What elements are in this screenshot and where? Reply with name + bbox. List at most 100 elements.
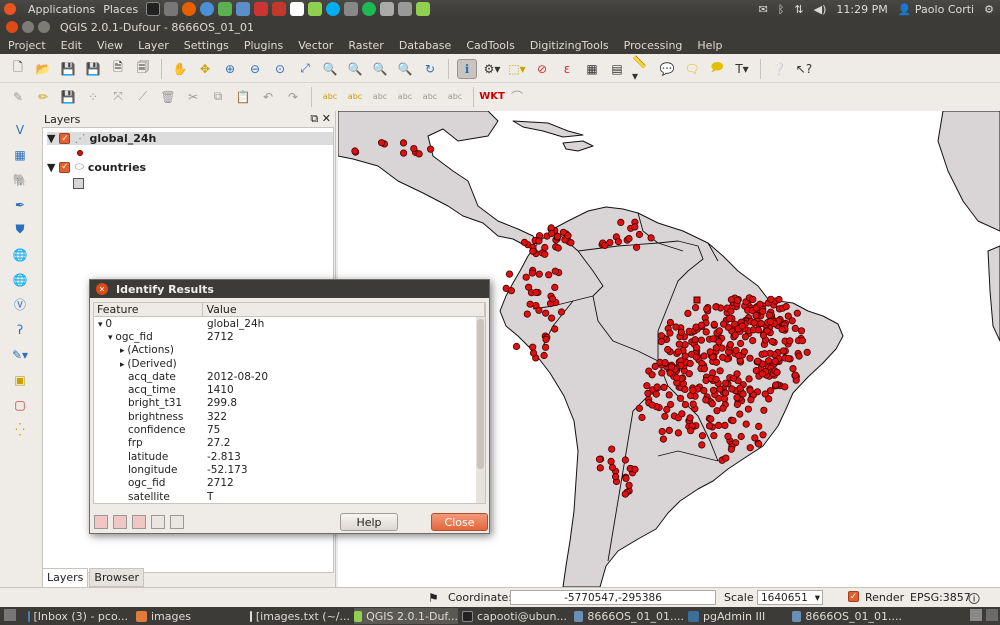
task-qgis[interactable]: QGIS 2.0.1-Duf... bbox=[354, 608, 458, 624]
fire-point[interactable] bbox=[716, 367, 724, 375]
tools-icon[interactable] bbox=[218, 2, 233, 16]
fire-point[interactable] bbox=[754, 357, 762, 365]
fire-point[interactable] bbox=[681, 400, 689, 409]
fire-point[interactable] bbox=[548, 229, 556, 238]
fire-point[interactable] bbox=[719, 404, 727, 412]
fire-point[interactable] bbox=[675, 340, 683, 348]
fire-point[interactable] bbox=[721, 421, 729, 429]
fire-point[interactable] bbox=[541, 250, 549, 258]
fire-point[interactable] bbox=[793, 309, 801, 317]
power-icon[interactable]: ⚙ bbox=[984, 3, 994, 16]
fire-point[interactable] bbox=[722, 379, 730, 387]
fire-point[interactable] bbox=[608, 445, 616, 453]
fire-point[interactable] bbox=[703, 305, 711, 313]
ubuntu-logo-icon[interactable] bbox=[4, 3, 20, 15]
fire-point[interactable] bbox=[681, 385, 689, 393]
fire-point[interactable] bbox=[631, 465, 639, 473]
fire-point[interactable] bbox=[736, 384, 744, 392]
zoom-to-selection-icon[interactable]: 🔍 bbox=[320, 59, 340, 79]
node-tool-icon[interactable]: ⟋ bbox=[133, 87, 153, 107]
fire-point[interactable] bbox=[752, 311, 760, 319]
result-row[interactable]: ▾ ogc_fid 2712 bbox=[94, 330, 485, 343]
fire-point[interactable] bbox=[625, 481, 633, 489]
fire-point[interactable] bbox=[798, 337, 807, 345]
result-row[interactable]: ▾ 0 global_24h bbox=[94, 317, 485, 330]
qgis-icon[interactable] bbox=[308, 2, 323, 16]
fire-point[interactable] bbox=[768, 337, 776, 346]
fire-point[interactable] bbox=[529, 343, 537, 351]
menu-view[interactable]: View bbox=[97, 39, 123, 52]
fire-point[interactable] bbox=[529, 349, 538, 357]
statistics-icon[interactable]: ▤ bbox=[607, 59, 627, 79]
fire-point[interactable] bbox=[638, 413, 646, 422]
messages-icon[interactable]: ⚑ bbox=[428, 591, 439, 605]
result-row[interactable]: satellite T bbox=[94, 490, 485, 503]
fire-point[interactable] bbox=[728, 385, 736, 393]
move-annotation-icon[interactable]: 🗩 bbox=[707, 59, 727, 79]
workspace-switcher-icon[interactable] bbox=[970, 609, 982, 621]
fire-point[interactable] bbox=[548, 314, 556, 322]
result-row[interactable]: longitude -52.173 bbox=[94, 463, 485, 476]
result-row[interactable]: ▸ (Actions) bbox=[94, 344, 485, 357]
places-menu[interactable]: Places bbox=[103, 3, 138, 16]
fire-point[interactable] bbox=[788, 317, 796, 325]
fire-point[interactable] bbox=[761, 350, 769, 358]
fire-point[interactable] bbox=[551, 267, 559, 275]
fire-point[interactable] bbox=[664, 345, 672, 354]
fire-point[interactable] bbox=[709, 335, 717, 343]
whats-this-icon[interactable]: ↖? bbox=[794, 59, 814, 79]
expand-arrow-icon[interactable]: ▼ bbox=[47, 132, 55, 145]
fire-point[interactable] bbox=[692, 344, 701, 352]
chevron-down-icon[interactable]: ▾ bbox=[815, 592, 820, 604]
edit-line-icon[interactable]: ⌒ bbox=[507, 87, 527, 107]
menu-cadtools[interactable]: CadTools bbox=[466, 39, 515, 52]
fire-point[interactable] bbox=[764, 357, 773, 365]
fire-point[interactable] bbox=[542, 335, 550, 343]
delete-selected-icon[interactable]: 🗑 bbox=[158, 87, 178, 107]
fire-point[interactable] bbox=[755, 440, 763, 448]
filezilla-icon[interactable] bbox=[254, 2, 269, 16]
fire-point[interactable] bbox=[733, 400, 741, 409]
new-spatialite-layer-icon[interactable]: ▣ bbox=[9, 369, 31, 390]
fire-point[interactable] bbox=[731, 331, 739, 339]
window-close-icon[interactable] bbox=[6, 21, 18, 33]
scrollbar[interactable] bbox=[476, 317, 485, 503]
menu-database[interactable]: Database bbox=[399, 39, 452, 52]
change-label-icon[interactable]: abc bbox=[445, 87, 465, 107]
firefox-icon[interactable] bbox=[182, 2, 197, 16]
applications-menu[interactable]: Applications bbox=[28, 3, 95, 16]
pan-icon[interactable]: ✋ bbox=[170, 59, 190, 79]
add-delimited-text-icon[interactable]: ʔ bbox=[9, 319, 31, 340]
fire-point[interactable] bbox=[564, 232, 572, 240]
fire-point[interactable] bbox=[750, 319, 758, 327]
wkt-icon[interactable]: WKT bbox=[479, 87, 505, 107]
fire-point[interactable] bbox=[512, 342, 521, 351]
fire-point[interactable] bbox=[625, 235, 633, 243]
task-text-editor[interactable]: [images.txt (~/... bbox=[250, 608, 350, 624]
fire-point[interactable] bbox=[595, 455, 604, 463]
fire-point[interactable] bbox=[697, 321, 706, 329]
refresh-icon[interactable]: ↻ bbox=[420, 59, 440, 79]
deselect-icon[interactable]: ⊘ bbox=[532, 59, 552, 79]
fire-point[interactable] bbox=[740, 348, 748, 356]
spotify-icon[interactable] bbox=[362, 2, 377, 16]
fire-point[interactable] bbox=[658, 427, 666, 436]
fire-point[interactable] bbox=[674, 429, 682, 437]
fire-point[interactable] bbox=[733, 394, 741, 402]
fire-point[interactable] bbox=[729, 416, 737, 425]
monitor-icon[interactable] bbox=[398, 2, 413, 16]
fire-point[interactable] bbox=[726, 341, 734, 349]
fire-point[interactable] bbox=[759, 331, 768, 339]
fire-point[interactable] bbox=[351, 147, 359, 155]
fire-point[interactable] bbox=[667, 363, 676, 371]
task-image-2[interactable]: 8666OS_01_01.... bbox=[792, 608, 902, 624]
label-tool-icon[interactable]: T▾ bbox=[732, 59, 752, 79]
fire-point[interactable] bbox=[631, 223, 639, 231]
fire-point[interactable] bbox=[520, 238, 529, 246]
fire-point[interactable] bbox=[736, 339, 745, 348]
fire-point[interactable] bbox=[666, 318, 674, 327]
fire-point[interactable] bbox=[523, 310, 531, 318]
result-row[interactable]: latitude -2.813 bbox=[94, 450, 485, 463]
add-wcs-layer-icon[interactable]: 🌐 bbox=[9, 269, 31, 290]
fire-point[interactable] bbox=[786, 337, 794, 345]
